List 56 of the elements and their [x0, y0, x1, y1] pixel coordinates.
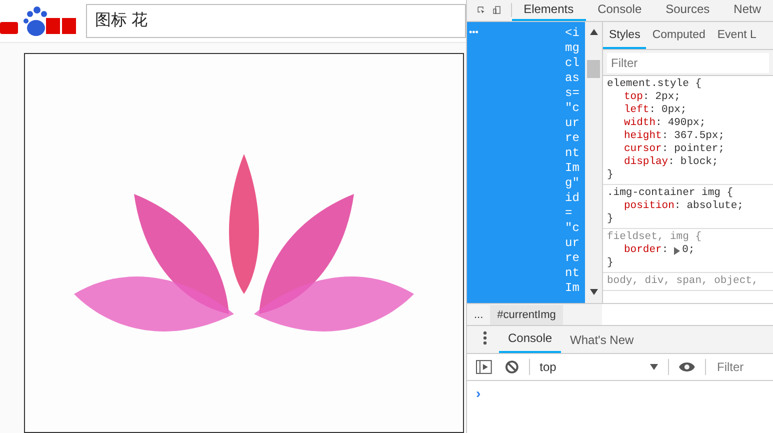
rule-selector: fieldset, img {: [607, 231, 703, 244]
css-property: border: 0;: [623, 244, 696, 257]
dom-node-text: ur: [565, 236, 580, 251]
scroll-down-icon[interactable]: [590, 289, 598, 295]
css-property: display: block;: [623, 156, 720, 169]
dom-node-text: ur: [565, 116, 580, 131]
console-prompt[interactable]: ›: [476, 385, 481, 401]
expand-icon[interactable]: [674, 246, 680, 254]
css-property: left: 0px;: [623, 104, 688, 117]
css-property: position: absolute;: [623, 200, 744, 213]
more-icon[interactable]: [483, 331, 487, 345]
dom-node-text: <i: [565, 26, 580, 41]
eye-icon[interactable]: [679, 361, 695, 373]
context-select[interactable]: top: [530, 358, 668, 376]
dom-node-text: mg: [565, 41, 580, 56]
sidebar-toggle-icon[interactable]: [476, 360, 492, 374]
dom-node-text: nt: [565, 266, 580, 281]
dom-node-text: Im: [565, 281, 580, 296]
rule-selector: element.style {: [607, 78, 703, 91]
rule-close: }: [607, 213, 614, 226]
css-property: cursor: pointer;: [623, 143, 726, 156]
css-property: top: 2px;: [623, 91, 682, 104]
rule-close: }: [607, 257, 614, 270]
dom-node-text: g": [565, 176, 580, 191]
clear-icon[interactable]: [504, 360, 519, 374]
dom-node-text: "c: [565, 221, 580, 236]
dom-node-text: re: [565, 131, 580, 146]
styles-tab[interactable]: Computed: [646, 22, 712, 49]
css-property: width: 490px;: [623, 117, 707, 130]
dom-node-text: nt: [565, 146, 580, 161]
dom-node-text: Im: [565, 161, 580, 176]
dom-node-text: cl: [565, 56, 580, 71]
dom-node-text: id: [565, 191, 580, 206]
styles-tab[interactable]: Event L: [711, 22, 762, 49]
console-filter-field[interactable]: Filter: [712, 357, 773, 377]
panel-tab[interactable]: Netw: [722, 0, 773, 21]
dom-node-text: "c: [565, 101, 580, 116]
rule-selector: body, div, span, object,: [607, 275, 760, 288]
drawer-tab[interactable]: What's New: [561, 327, 643, 353]
scrollbar-thumb[interactable]: [587, 60, 600, 78]
rule-close: }: [607, 169, 614, 182]
css-property: height: 367.5px;: [623, 130, 726, 143]
breadcrumb-item[interactable]: #currentImg: [490, 304, 563, 324]
filter-field[interactable]: Filter: [607, 52, 769, 72]
panel-tab[interactable]: Console: [586, 0, 654, 21]
dom-node-text: s=: [565, 86, 580, 101]
dom-node-text: =: [565, 206, 574, 221]
dom-node-text: re: [565, 251, 580, 266]
breadcrumb-item[interactable]: ...: [467, 304, 490, 324]
rule-selector: .img-container img {: [607, 187, 734, 200]
scroll-up-icon[interactable]: [590, 29, 598, 35]
drawer-tab[interactable]: Console: [499, 325, 562, 353]
dom-node-text: as: [565, 71, 580, 86]
search-field[interactable]: 图标 花: [86, 4, 466, 38]
panel-tab[interactable]: Sources: [654, 0, 722, 21]
dropdown-caret-icon: [650, 364, 658, 370]
